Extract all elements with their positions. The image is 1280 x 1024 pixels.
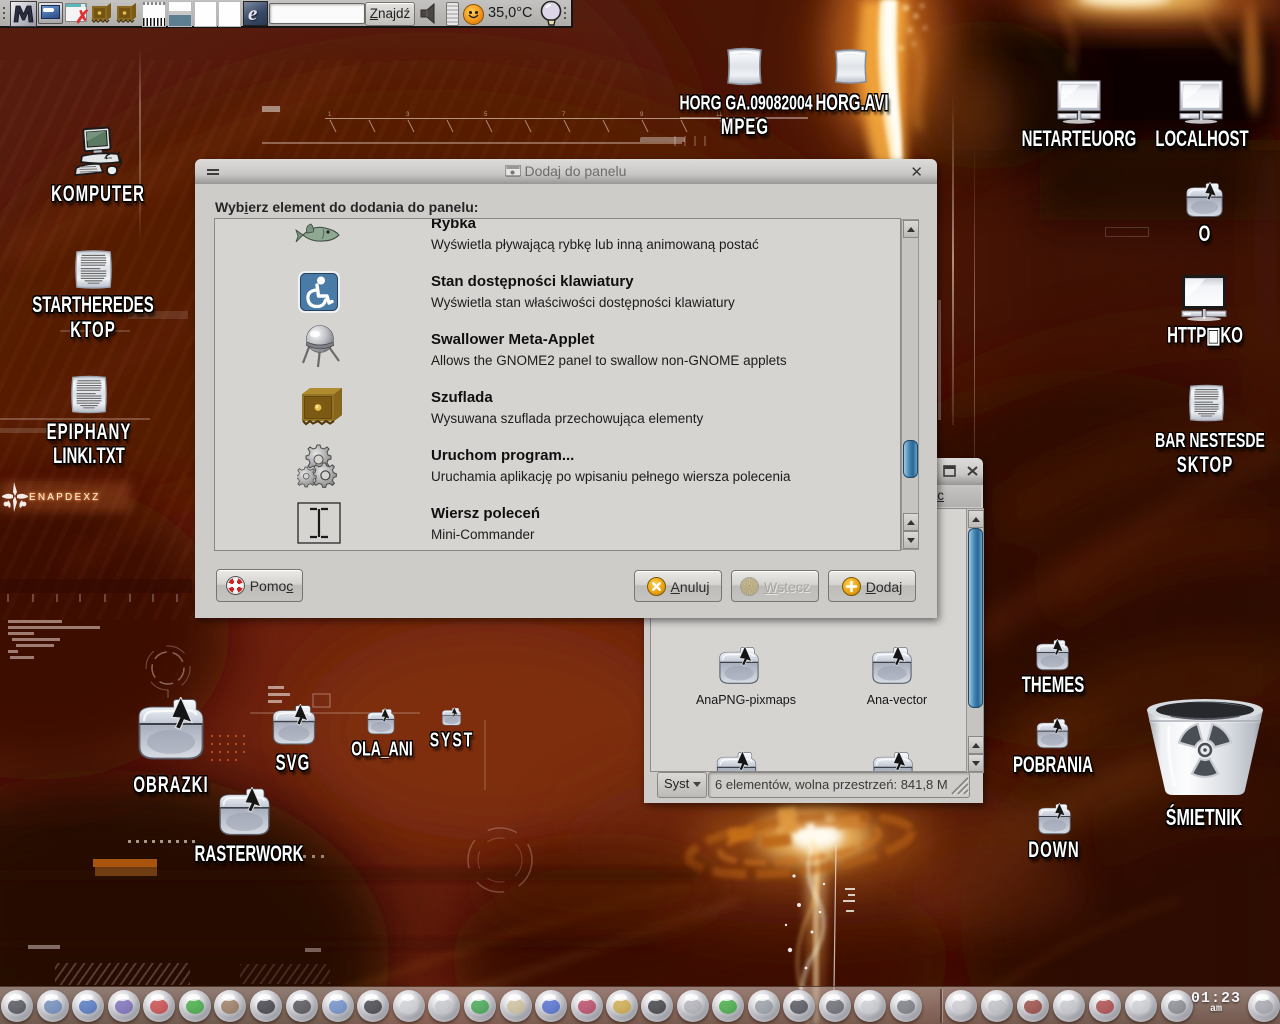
svg-text:9: 9: [640, 112, 644, 118]
